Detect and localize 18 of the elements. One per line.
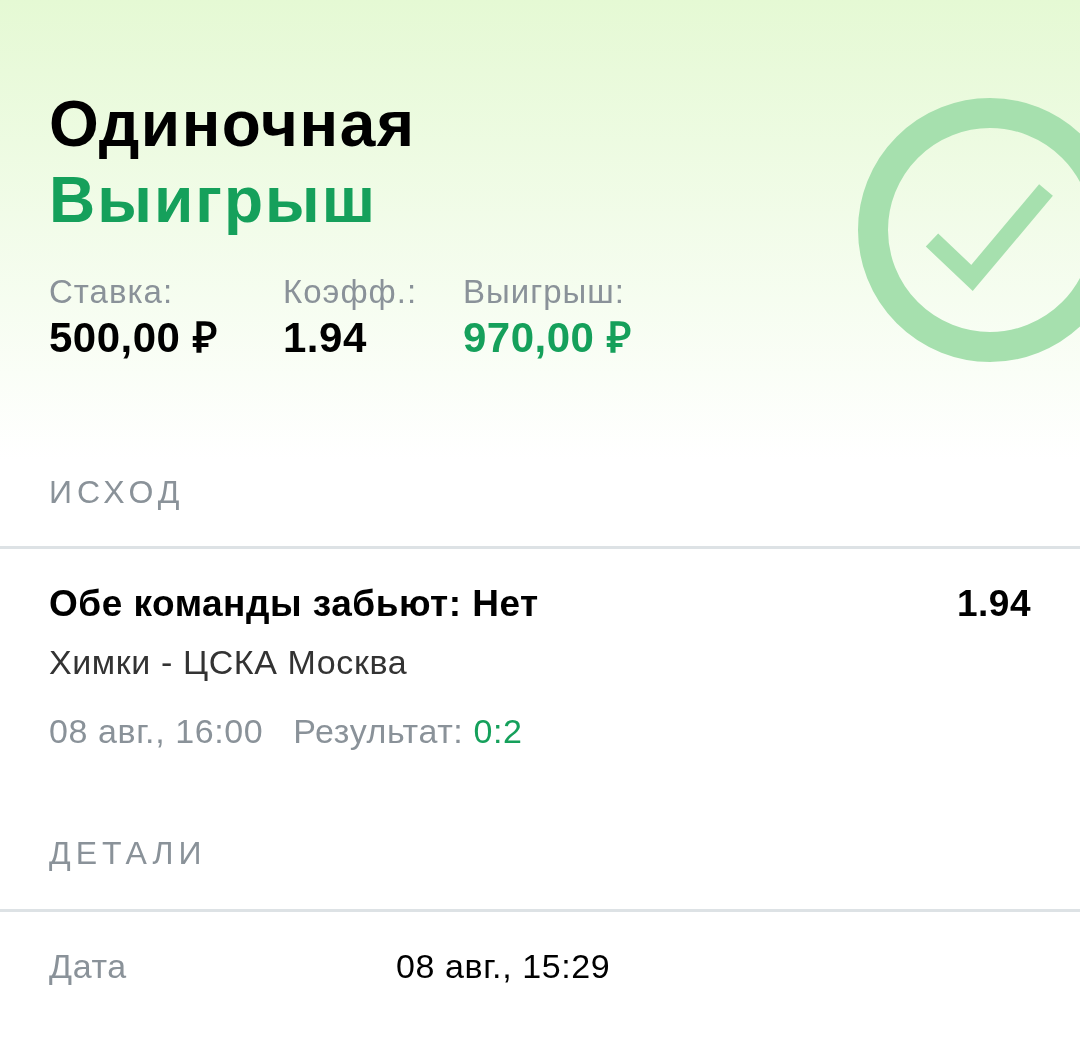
summary-label: Ставка: — [49, 272, 174, 312]
match-time: 08 авг., 16:00 — [49, 711, 264, 751]
result-label: Результат: — [293, 711, 464, 751]
bet-status: Выигрыш — [49, 163, 377, 238]
odds-value: 1.94 — [957, 582, 1031, 626]
summary-label: Коэфф.: — [283, 272, 418, 312]
summary-value: 500,00 ₽ — [49, 313, 218, 363]
section-heading: ДЕТАЛИ — [49, 834, 207, 873]
section-heading: ИСХОД — [49, 473, 185, 512]
detail-label: Дата — [49, 947, 127, 985]
selection-name: Обе команды забьют: Нет — [49, 582, 539, 626]
summary-value: 970,00 ₽ — [463, 313, 632, 363]
summary-value: 1.94 — [283, 313, 367, 363]
match-name: Химки - ЦСКА Москва — [49, 642, 408, 682]
bet-type: Одиночная — [49, 87, 416, 162]
summary-label: Выигрыш: — [463, 272, 625, 312]
result-score: 0:2 — [473, 711, 523, 751]
detail-value: 08 авг., 15:29 — [396, 946, 611, 986]
